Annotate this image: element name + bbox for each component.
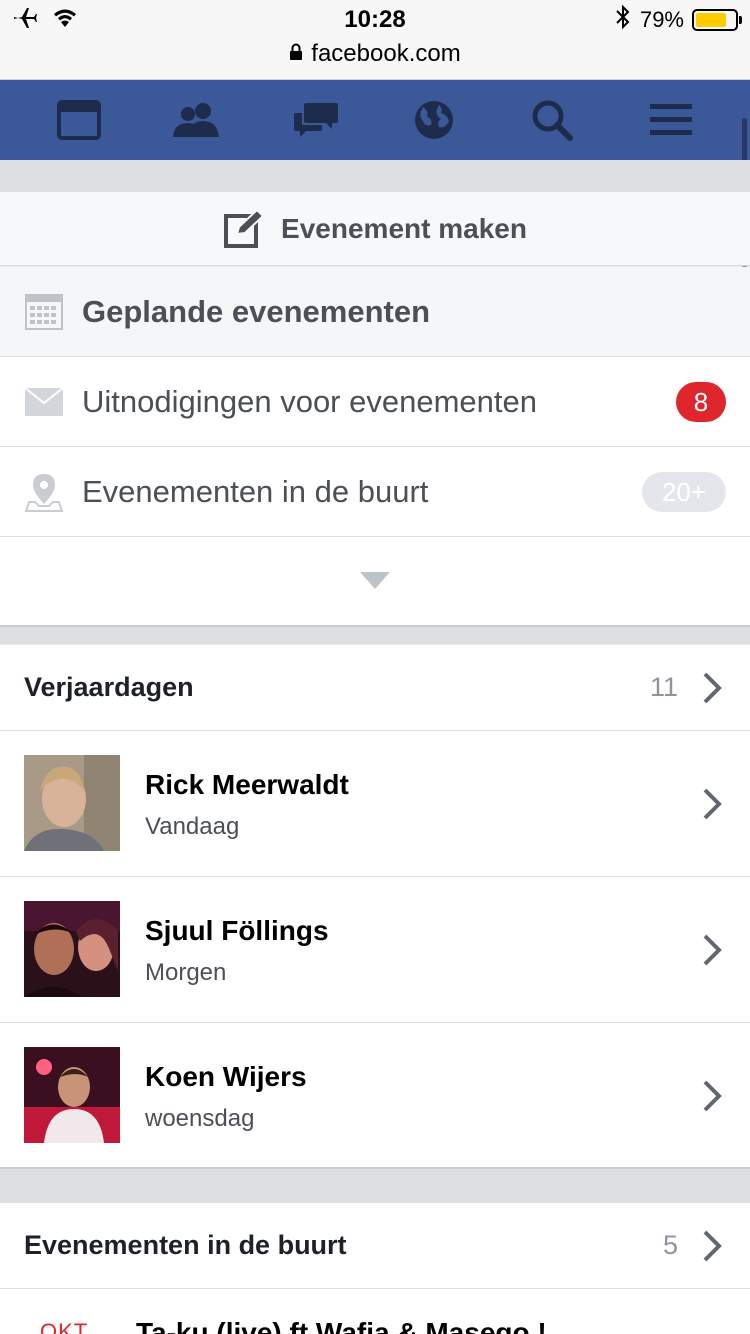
search-button[interactable]	[517, 85, 587, 155]
avatar[interactable]	[24, 1047, 120, 1143]
status-bar: 10:28 79% facebook.com	[0, 0, 750, 80]
person-name[interactable]: Koen Wijers	[145, 1061, 307, 1093]
url-bar[interactable]: facebook.com	[0, 40, 750, 68]
feed-icon	[57, 100, 102, 140]
messages-button[interactable]	[281, 85, 351, 155]
menu-item-event-invites[interactable]: Uitnodigingen voor evenementen 8	[0, 357, 750, 447]
birthday-row[interactable]: Rick Meerwaldt Vandaag	[0, 731, 750, 877]
avatar[interactable]	[24, 755, 120, 851]
calendar-icon	[24, 292, 64, 332]
event-title[interactable]: Ta-ku (live) ft Wafia & Masego !	[136, 1317, 547, 1334]
divider	[0, 625, 750, 644]
event-month: OKT	[40, 1319, 89, 1334]
location-pin-icon	[24, 472, 64, 512]
nearby-events-count: 5	[662, 1230, 678, 1260]
nearby-events-header[interactable]: Evenementen in de buurt 5	[0, 1203, 750, 1289]
url-text: facebook.com	[311, 40, 461, 67]
edit-icon	[224, 208, 265, 248]
bluetooth-icon	[614, 4, 632, 36]
create-event-label: Evenement maken	[281, 212, 527, 244]
birthday-date: woensdag	[145, 1105, 255, 1132]
notifications-button[interactable]	[399, 85, 469, 155]
menu-item-planned-events[interactable]: Geplande evenementen	[0, 267, 750, 357]
top-nav-bar	[0, 80, 750, 160]
divider	[0, 1167, 750, 1203]
news-feed-button[interactable]	[44, 85, 114, 155]
main-menu-button[interactable]	[636, 85, 706, 155]
invites-count-badge: 8	[676, 382, 726, 422]
search-icon	[532, 100, 574, 141]
event-row[interactable]: OKT Ta-ku (live) ft Wafia & Masego !	[0, 1289, 750, 1334]
show-more-button[interactable]	[0, 537, 750, 625]
chevron-right-icon	[703, 1080, 722, 1112]
menu-item-label: Geplande evenementen	[82, 293, 431, 329]
menu-item-label: Evenementen in de buurt	[82, 473, 429, 509]
birthday-row[interactable]: Sjuul Föllings Morgen	[0, 877, 750, 1023]
menu-item-label: Uitnodigingen voor evenementen	[82, 383, 537, 419]
chevron-right-icon	[703, 672, 722, 703]
messages-icon	[293, 103, 338, 137]
chevron-down-icon	[360, 572, 390, 589]
friend-requests-button[interactable]	[162, 85, 232, 155]
avatar[interactable]	[24, 901, 120, 997]
chevron-right-icon	[703, 1230, 722, 1261]
birthday-row[interactable]: Koen Wijers woensdag	[0, 1023, 750, 1169]
birthday-date: Morgen	[145, 959, 227, 986]
person-name[interactable]: Sjuul Föllings	[145, 915, 329, 947]
birthday-date: Vandaag	[145, 813, 240, 840]
create-event-button[interactable]: Evenement maken	[0, 192, 750, 266]
section-title: Evenementen in de buurt	[24, 1230, 347, 1260]
person-name[interactable]: Rick Meerwaldt	[145, 769, 349, 801]
birthdays-count: 11	[649, 672, 678, 702]
battery-percent: 79%	[639, 7, 684, 32]
divider	[0, 160, 750, 192]
nearby-count-badge: 20+	[642, 472, 726, 512]
lock-icon	[289, 40, 303, 68]
menu-icon	[649, 104, 692, 135]
section-title: Verjaardagen	[24, 672, 194, 702]
battery-icon	[692, 9, 742, 31]
envelope-icon	[24, 382, 64, 422]
notifications-globe-icon	[415, 101, 454, 139]
menu-item-nearby-events[interactable]: Evenementen in de buurt 20+	[0, 447, 750, 537]
friends-icon	[173, 103, 220, 137]
chevron-right-icon	[703, 788, 722, 820]
birthdays-header[interactable]: Verjaardagen 11	[0, 645, 750, 731]
chevron-right-icon	[703, 934, 722, 966]
